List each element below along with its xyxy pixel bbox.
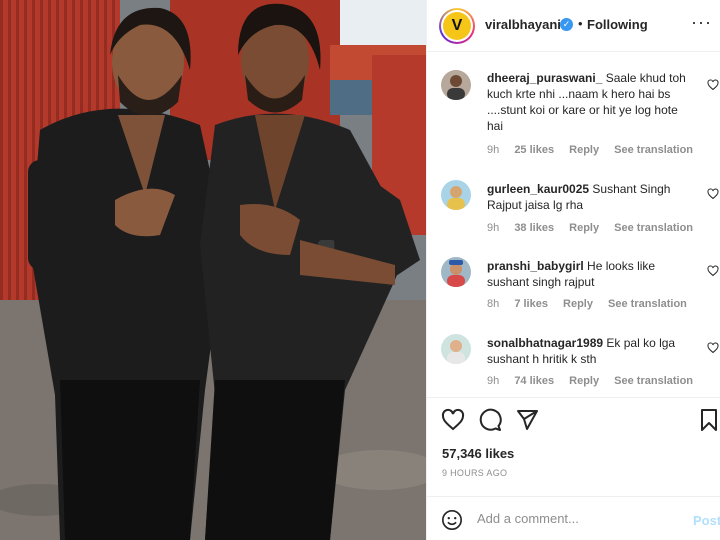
author-avatar[interactable]: V <box>439 8 475 44</box>
comment-meta: 9h 74 likes Reply See translation <box>487 375 705 387</box>
commenter-avatar[interactable] <box>441 180 471 210</box>
post-comment-button[interactable]: Post <box>693 513 720 528</box>
comment-composer: Post <box>427 496 720 540</box>
bookmark-icon[interactable] <box>697 408 720 432</box>
see-translation-button[interactable]: See translation <box>608 298 687 310</box>
post-details-panel: V viralbhayani ✓ • Following ··· dheeraj… <box>426 0 720 540</box>
commenter-username[interactable]: sonalbhatnagar1989 <box>487 336 603 350</box>
comment-likes[interactable]: 38 likes <box>514 222 554 234</box>
heart-icon[interactable] <box>441 408 465 432</box>
comment-heart-icon[interactable] <box>707 79 719 91</box>
post-timestamp[interactable]: 9 HOURS AGO <box>442 468 507 478</box>
action-bar <box>427 397 720 442</box>
commenter-username[interactable]: gurleen_kaur0025 <box>487 182 589 196</box>
reply-button[interactable]: Reply <box>569 144 599 156</box>
reply-button[interactable]: Reply <box>569 222 599 234</box>
verified-icon: ✓ <box>560 18 573 31</box>
author-avatar-letter: V <box>443 12 471 40</box>
commenter-username[interactable]: dheeraj_puraswani_ <box>487 71 602 85</box>
post-photo[interactable] <box>0 0 426 540</box>
see-translation-button[interactable]: See translation <box>614 144 693 156</box>
comment-meta: 9h 25 likes Reply See translation <box>487 144 705 156</box>
comment-body: gurleen_kaur0025 Sushant Singh Rajput ja… <box>487 181 691 213</box>
comment-time[interactable]: 9h <box>487 375 499 387</box>
post-header: V viralbhayani ✓ • Following ··· <box>427 0 720 52</box>
comment-icon[interactable] <box>478 408 502 432</box>
commenter-avatar[interactable] <box>441 334 471 364</box>
commenter-username[interactable]: pranshi_babygirl <box>487 259 584 273</box>
comment-meta: 9h 38 likes Reply See translation <box>487 222 705 234</box>
share-icon[interactable] <box>515 408 539 432</box>
comment-body: pranshi_babygirl He looks like sushant s… <box>487 258 691 290</box>
see-translation-button[interactable]: See translation <box>614 222 693 234</box>
commenter-avatar[interactable] <box>441 70 471 100</box>
comment-likes[interactable]: 7 likes <box>514 298 548 310</box>
like-count[interactable]: 57,346 likes <box>442 446 514 461</box>
comment-body: sonalbhatnagar1989 Ek pal ko lga sushant… <box>487 335 691 367</box>
comment-likes[interactable]: 25 likes <box>514 144 554 156</box>
comment-heart-icon[interactable] <box>707 342 719 354</box>
emoji-icon[interactable] <box>441 509 463 531</box>
comment-meta: 8h 7 likes Reply See translation <box>487 298 699 310</box>
commenter-avatar[interactable] <box>441 257 471 287</box>
comment-likes[interactable]: 74 likes <box>514 375 554 387</box>
add-comment-input[interactable] <box>477 511 677 526</box>
comment-heart-icon[interactable] <box>707 188 719 200</box>
comment-time[interactable]: 8h <box>487 298 499 310</box>
following-button[interactable]: Following <box>587 17 648 32</box>
reply-button[interactable]: Reply <box>563 298 593 310</box>
header-separator: • <box>578 16 583 31</box>
author-username[interactable]: viralbhayani <box>485 17 561 32</box>
more-icon[interactable]: ··· <box>691 12 712 33</box>
comment-time[interactable]: 9h <box>487 144 499 156</box>
see-translation-button[interactable]: See translation <box>614 375 693 387</box>
reply-button[interactable]: Reply <box>569 375 599 387</box>
comment-time[interactable]: 9h <box>487 222 499 234</box>
comment-heart-icon[interactable] <box>707 265 719 277</box>
comment-body: dheeraj_puraswani_ Saale khud toh kuch k… <box>487 70 691 134</box>
